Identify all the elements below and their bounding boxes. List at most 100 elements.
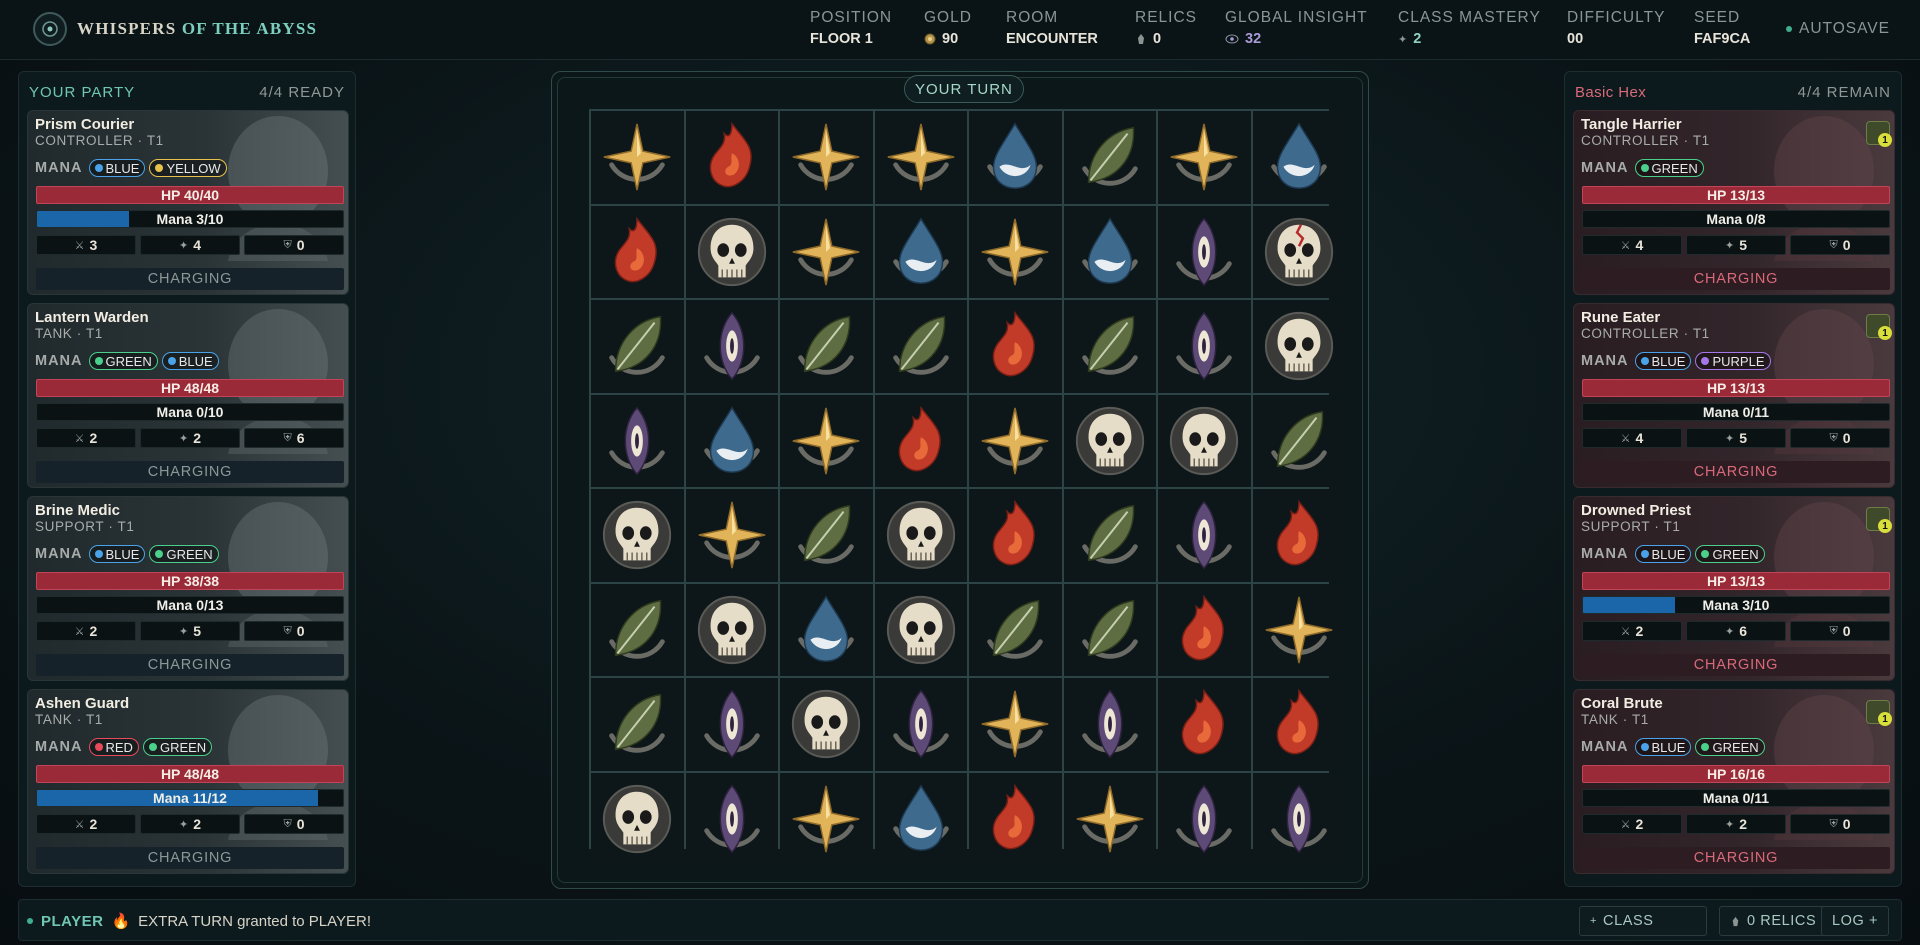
gem-leaf-icon[interactable]	[969, 583, 1062, 676]
party-header: YOUR PARTY 4/4 READY	[29, 82, 345, 102]
gem-fire-icon[interactable]	[1158, 583, 1251, 676]
ability-charge-button[interactable]: CHARGING	[36, 847, 344, 869]
gem-eye-icon[interactable]	[1158, 772, 1251, 865]
gem-fire-icon[interactable]	[969, 300, 1062, 393]
gem-water-icon[interactable]	[685, 394, 778, 487]
autosave-dot-icon	[1786, 26, 1792, 32]
gem-star-icon[interactable]	[969, 394, 1062, 487]
gem-star-icon[interactable]	[1252, 583, 1345, 676]
party-member-card[interactable]: Brine Medic SUPPORT · T1 MANA BLUE GREEN H…	[27, 496, 349, 681]
party-member-card[interactable]: Ashen Guard TANK · T1 MANA RED GREEN HP 48…	[27, 689, 349, 874]
gem-star-icon[interactable]	[780, 205, 873, 298]
gem-skull-icon[interactable]	[685, 583, 778, 676]
gem-eye-icon[interactable]	[1252, 772, 1345, 865]
gem-star-icon[interactable]	[780, 111, 873, 204]
gem-water-icon[interactable]	[874, 205, 967, 298]
class-button[interactable]: + CLASS	[1579, 906, 1707, 936]
sword-icon: ⚔	[74, 625, 85, 638]
relics-button[interactable]: 0 RELICS	[1719, 906, 1828, 936]
gem-leaf-icon[interactable]	[1063, 583, 1156, 676]
gem-eye-icon[interactable]	[591, 394, 684, 487]
gem-eye-icon[interactable]	[1158, 489, 1251, 582]
gem-leaf-icon[interactable]	[1063, 111, 1156, 204]
gem-eye-icon[interactable]	[1063, 678, 1156, 771]
gem-eye-icon[interactable]	[1158, 205, 1251, 298]
ability-charge-button[interactable]: CHARGING	[1582, 847, 1890, 869]
gem-water-icon[interactable]	[874, 772, 967, 865]
gem-fire-icon[interactable]	[685, 111, 778, 204]
enemy-card[interactable]: Drowned Priest SUPPORT · T1 MANA BLUE GREE…	[1573, 496, 1895, 681]
gem-star-icon[interactable]	[591, 111, 684, 204]
party-member-card[interactable]: Prism Courier CONTROLLER · T1 MANA BLUE YE…	[27, 110, 349, 295]
enemy-title: Basic Hex	[1575, 83, 1647, 101]
magic-stat: ✦ 4	[140, 235, 240, 255]
enemy-card[interactable]: Tangle Harrier CONTROLLER · T1 MANA GREEN…	[1573, 110, 1895, 295]
gem-star-icon[interactable]	[1158, 111, 1251, 204]
enemy-card[interactable]: Rune Eater CONTROLLER · T1 MANA BLUE PURPL…	[1573, 303, 1895, 488]
gem-skull-icon[interactable]	[591, 772, 684, 865]
stat-label: CLASS MASTERY	[1398, 9, 1541, 26]
gem-eye-icon[interactable]	[874, 678, 967, 771]
gem-leaf-icon[interactable]	[874, 300, 967, 393]
gem-water-icon[interactable]	[1252, 111, 1345, 204]
ability-charge-button[interactable]: CHARGING	[36, 654, 344, 676]
gem-leaf-icon[interactable]	[591, 583, 684, 676]
gem-leaf-icon[interactable]	[780, 300, 873, 393]
mana-color-pill: GREEN	[1695, 545, 1765, 563]
gem-fire-icon[interactable]	[1158, 678, 1251, 771]
enemy-card[interactable]: Coral Brute TANK · T1 MANA BLUE GREEN HP 1…	[1573, 689, 1895, 874]
gem-eye-icon[interactable]	[685, 300, 778, 393]
ability-charge-button[interactable]: CHARGING	[1582, 654, 1890, 676]
gem-leaf-icon[interactable]	[591, 300, 684, 393]
gem-eye-icon[interactable]	[1158, 300, 1251, 393]
gem-water-icon[interactable]	[780, 583, 873, 676]
gem-star-icon[interactable]	[685, 489, 778, 582]
relic-icon	[1138, 34, 1144, 44]
gem-skull-icon[interactable]	[1063, 394, 1156, 487]
gem-water-icon[interactable]	[1063, 205, 1156, 298]
gem-skull-icon[interactable]	[1252, 300, 1345, 393]
gem-fire-icon[interactable]	[874, 394, 967, 487]
enemy-intent-icon[interactable]: 1	[1866, 507, 1892, 533]
gem-fire-icon[interactable]	[969, 489, 1062, 582]
gem-fire-icon[interactable]	[1252, 489, 1345, 582]
gem-fire-icon[interactable]	[1252, 678, 1345, 771]
party-member-card[interactable]: Lantern Warden TANK · T1 MANA GREEN BLUE H…	[27, 303, 349, 488]
gem-fire-icon[interactable]	[591, 205, 684, 298]
hp-bar: HP 48/48	[36, 765, 344, 783]
gem-leaf-icon[interactable]	[780, 489, 873, 582]
party-status: 4/4 READY	[259, 83, 345, 101]
gem-star-icon[interactable]	[780, 772, 873, 865]
gem-skull-icon[interactable]	[591, 489, 684, 582]
ability-charge-button[interactable]: CHARGING	[1582, 268, 1890, 290]
gem-skull-icon[interactable]	[1158, 394, 1251, 487]
gem-fire-icon[interactable]	[969, 772, 1062, 865]
ability-charge-button[interactable]: CHARGING	[36, 268, 344, 290]
gem-star-icon[interactable]	[969, 205, 1062, 298]
gem-skull-icon[interactable]	[685, 205, 778, 298]
gem-eye-icon[interactable]	[685, 772, 778, 865]
log-button[interactable]: LOG +	[1821, 906, 1890, 936]
gem-leaf-icon[interactable]	[1063, 489, 1156, 582]
card-name: Coral Brute	[1581, 695, 1663, 712]
enemy-intent-icon[interactable]: 1	[1866, 314, 1892, 340]
gem-leaf-icon[interactable]	[1252, 394, 1345, 487]
gem-star-icon[interactable]	[969, 678, 1062, 771]
gem-skull-icon[interactable]	[874, 489, 967, 582]
stat-global-insight: GLOBAL INSIGHT 32	[1225, 9, 1368, 47]
ability-charge-button[interactable]: CHARGING	[1582, 461, 1890, 483]
gem-water-icon[interactable]	[969, 111, 1062, 204]
gem-star-icon[interactable]	[1063, 772, 1156, 865]
ability-charge-button[interactable]: CHARGING	[36, 461, 344, 483]
gem-eye-icon[interactable]	[685, 678, 778, 771]
gem-leaf-icon[interactable]	[591, 678, 684, 771]
enemy-intent-icon[interactable]: 1	[1866, 121, 1892, 147]
enemy-intent-icon[interactable]: 1	[1866, 700, 1892, 726]
gem-star-icon[interactable]	[874, 111, 967, 204]
magic-icon: ✦	[178, 239, 189, 252]
gem-star-icon[interactable]	[780, 394, 873, 487]
gem-leaf-icon[interactable]	[1063, 300, 1156, 393]
gem-skull-icon[interactable]	[780, 678, 873, 771]
gem-skull-cracked-icon[interactable]	[1252, 205, 1345, 298]
gem-skull-icon[interactable]	[874, 583, 967, 676]
